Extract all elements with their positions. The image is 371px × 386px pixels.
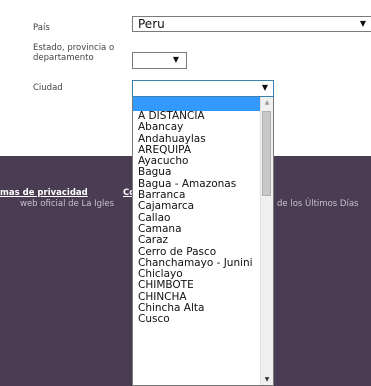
state-label-line1: Estado, provincia o — [33, 43, 115, 53]
city-dropdown-list[interactable]: A DISTANCIA Abancay Andahuaylas AREQUIPA Aya… — [132, 97, 274, 386]
dropdown-option[interactable]: Abancay — [133, 121, 273, 133]
city-label: Ciudad — [33, 83, 63, 93]
dropdown-option[interactable]: Cusco — [133, 314, 273, 326]
chevron-down-icon: ▼ — [261, 83, 268, 92]
chevron-down-icon: ▼ — [172, 55, 179, 64]
country-value: Peru — [138, 17, 165, 31]
state-select[interactable]: ▼ — [132, 52, 187, 69]
state-label-line2: departamento — [33, 53, 94, 63]
scrollbar[interactable]: ▲ ▼ — [260, 97, 273, 385]
chevron-down-icon: ▼ — [359, 19, 366, 28]
dropdown-option[interactable]: Cajamarca — [133, 201, 273, 213]
city-options: A DISTANCIA Abancay Andahuaylas AREQUIPA Aya… — [133, 97, 273, 326]
dropdown-option[interactable]: Caraz — [133, 234, 273, 246]
city-select[interactable]: ▼ — [132, 80, 274, 97]
scrollbar-thumb[interactable] — [262, 111, 271, 196]
dropdown-option[interactable] — [133, 97, 273, 111]
triangle-up-icon[interactable]: ▲ — [261, 99, 273, 106]
footer-text-right: de los Últimos Días — [277, 199, 359, 209]
triangle-down-icon[interactable]: ▼ — [261, 376, 273, 383]
privacy-link[interactable]: mas de privacidad — [0, 188, 88, 198]
country-label: País — [33, 23, 50, 33]
footer-text-left: web oficial de La Igles — [20, 199, 115, 209]
country-select[interactable]: Peru ▼ — [132, 16, 371, 32]
state-label: Estado, provincia o departamento — [33, 43, 114, 63]
